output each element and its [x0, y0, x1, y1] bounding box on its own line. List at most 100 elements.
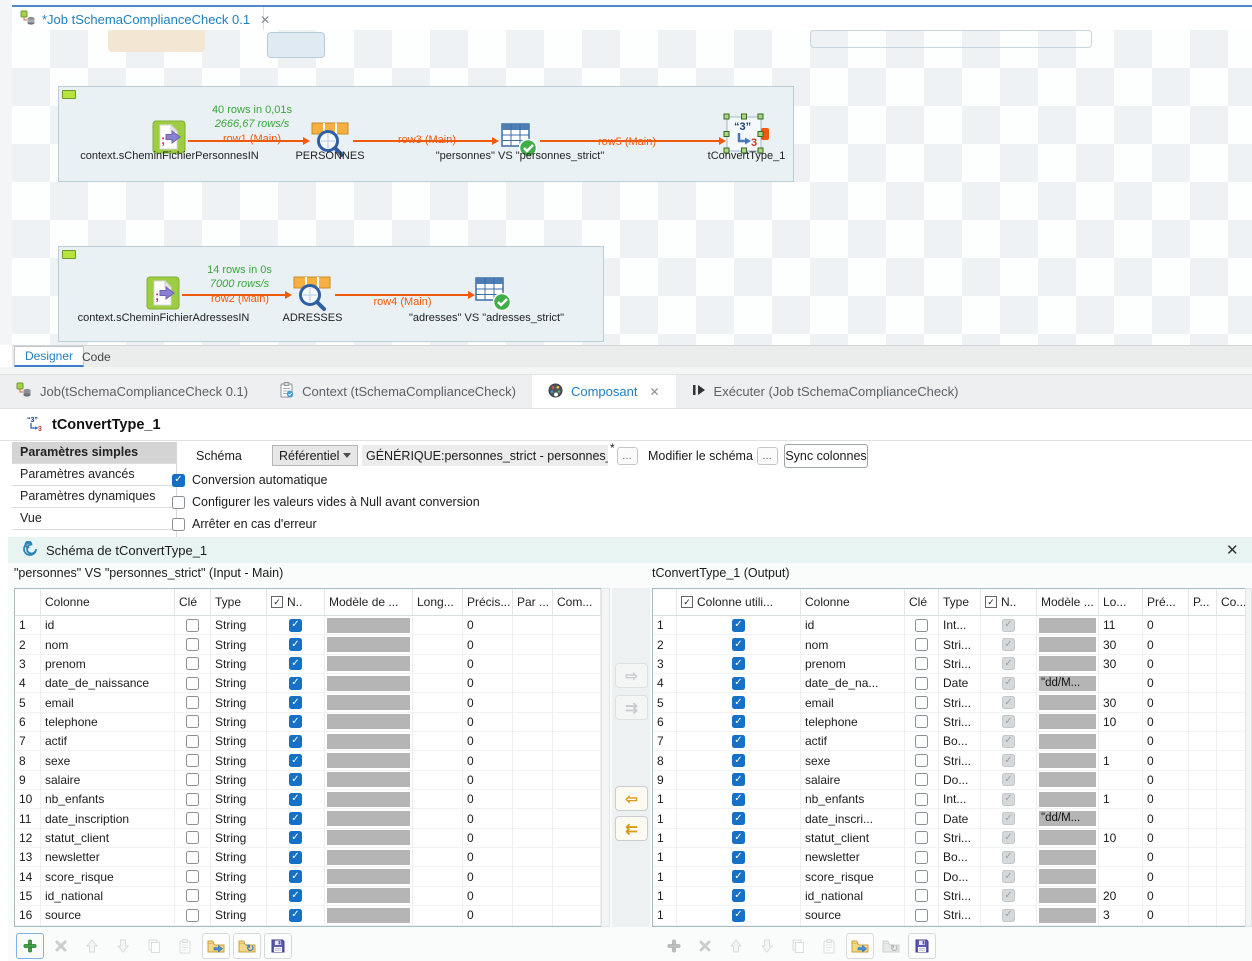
output-schema-table[interactable]: ✓Colonne utili...ColonneCléType✓N..Modèl… [652, 588, 1247, 927]
cell-pattern[interactable] [1037, 829, 1099, 848]
nullable-checkbox[interactable]: ✓ [289, 889, 302, 902]
key-checkbox[interactable] [186, 677, 199, 690]
cell-column-used[interactable]: ✓ [677, 732, 801, 751]
cell-column-used[interactable]: ✓ [677, 848, 801, 867]
cell-precision[interactable]: 0 [1143, 616, 1189, 635]
cell-precision[interactable]: 0 [463, 616, 513, 635]
column-used-checkbox[interactable]: ✓ [732, 851, 745, 864]
column-header[interactable]: Colonne [801, 589, 905, 616]
input-schema-table[interactable]: ColonneCléType✓N..Modèle de ...Long...Pr… [14, 588, 602, 927]
cell-pattern[interactable] [325, 635, 413, 654]
cell-comment[interactable] [553, 790, 601, 809]
cell-length[interactable]: 30 [1099, 693, 1143, 712]
cell-column-used[interactable]: ✓ [677, 771, 801, 790]
cell-type[interactable]: String [211, 655, 267, 674]
cell-length[interactable] [413, 616, 463, 635]
cell-precision[interactable]: 0 [463, 732, 513, 751]
cell-column-used[interactable]: ✓ [677, 829, 801, 848]
key-checkbox[interactable] [186, 889, 199, 902]
key-checkbox[interactable] [915, 638, 928, 651]
cell-comment[interactable] [553, 867, 601, 886]
cell-precision[interactable]: 0 [463, 887, 513, 906]
link-label-row1[interactable]: row1 (Main) [202, 133, 302, 145]
cell-comment[interactable] [1217, 732, 1246, 751]
view-tab-context[interactable]: Context (tSchemaComplianceCheck) [264, 375, 532, 408]
cell-pattern[interactable] [1037, 713, 1099, 732]
copy-button[interactable] [784, 933, 812, 959]
key-checkbox[interactable] [186, 831, 199, 844]
cell-default[interactable] [513, 790, 553, 809]
cell-precision[interactable]: 0 [463, 751, 513, 770]
cell-column-used[interactable]: ✓ [677, 867, 801, 886]
cell-comment[interactable] [1217, 887, 1246, 906]
nullable-checkbox-disabled[interactable]: ✓ [1002, 696, 1015, 709]
column-used-checkbox[interactable]: ✓ [732, 793, 745, 806]
cell-pattern[interactable] [1037, 848, 1099, 867]
nullable-checkbox-disabled[interactable]: ✓ [1002, 754, 1015, 767]
cell-key[interactable] [175, 829, 211, 848]
cell-column-name[interactable]: sexe [41, 751, 175, 770]
checkbox-unchecked-icon[interactable] [172, 496, 185, 509]
cell-type[interactable]: String [211, 693, 267, 712]
column-used-checkbox[interactable]: ✓ [732, 657, 745, 670]
cell-nullable[interactable]: ✓ [267, 906, 325, 925]
cell-precision[interactable]: 0 [1143, 655, 1189, 674]
cell-type[interactable]: Stri... [939, 887, 981, 906]
column-header[interactable]: Co... [1217, 589, 1246, 616]
column-header[interactable]: Modèle de ... [325, 589, 413, 616]
output-table-scrollbar[interactable] [1245, 588, 1252, 927]
cell-comment[interactable] [1217, 655, 1246, 674]
folder-import-button[interactable] [846, 933, 874, 959]
cell-column-name[interactable]: salaire [41, 771, 175, 790]
cell-length[interactable] [413, 751, 463, 770]
cell-column-used[interactable]: ✓ [677, 635, 801, 654]
cell-key[interactable] [905, 751, 939, 770]
nullable-checkbox-disabled[interactable]: ✓ [1002, 793, 1015, 806]
composant-tab-close-icon[interactable]: ✕ [649, 385, 659, 399]
cell-comment[interactable] [1217, 906, 1246, 925]
column-used-checkbox[interactable]: ✓ [732, 735, 745, 748]
cell-key[interactable] [905, 616, 939, 635]
cell-default[interactable] [513, 829, 553, 848]
nullable-checkbox[interactable]: ✓ [289, 909, 302, 922]
schema-mode-dropdown[interactable]: Référentiel [272, 445, 358, 466]
cell-length[interactable]: 10 [1099, 713, 1143, 732]
cell-length[interactable] [1099, 809, 1143, 828]
logrow-adresses-icon[interactable] [291, 276, 333, 315]
cell-precision[interactable]: 0 [463, 829, 513, 848]
column-header[interactable]: ✓N.. [981, 589, 1037, 616]
header-checkbox-icon[interactable]: ✓ [985, 596, 997, 608]
param-tab-3[interactable]: Paramètres dynamiques [12, 486, 176, 508]
cell-pattern[interactable] [1037, 616, 1099, 635]
cell-default[interactable] [1189, 790, 1217, 809]
cell-pattern[interactable] [325, 790, 413, 809]
cell-column-used[interactable]: ✓ [677, 713, 801, 732]
cell-column-name[interactable]: date_de_na... [801, 674, 905, 693]
cell-type[interactable]: Stri... [939, 751, 981, 770]
column-header[interactable]: Pré... [1143, 589, 1189, 616]
cell-comment[interactable] [1217, 848, 1246, 867]
schema-value-field[interactable]: GÉNÉRIQUE:personnes_strict - personnes_s… [362, 445, 608, 466]
cell-nullable[interactable]: ✓ [267, 751, 325, 770]
nullable-checkbox-disabled[interactable]: ✓ [1002, 851, 1015, 864]
cell-comment[interactable] [1217, 829, 1246, 848]
cell-comment[interactable] [553, 829, 601, 848]
nullable-checkbox[interactable]: ✓ [289, 754, 302, 767]
key-checkbox[interactable] [915, 793, 928, 806]
key-checkbox[interactable] [915, 696, 928, 709]
cell-precision[interactable]: 0 [1143, 867, 1189, 886]
cell-nullable[interactable]: ✓ [981, 616, 1037, 635]
nullable-checkbox[interactable]: ✓ [289, 657, 302, 670]
sync-columns-button[interactable]: Sync colonnes [784, 444, 868, 468]
nullable-checkbox-disabled[interactable]: ✓ [1002, 909, 1015, 922]
delete-button[interactable] [691, 933, 719, 959]
cell-default[interactable] [1189, 713, 1217, 732]
column-header[interactable]: P... [1189, 589, 1217, 616]
column-header[interactable]: Précis... [463, 589, 513, 616]
cell-default[interactable] [1189, 751, 1217, 770]
cell-nullable[interactable]: ✓ [981, 635, 1037, 654]
cell-comment[interactable] [553, 732, 601, 751]
cell-comment[interactable] [1217, 809, 1246, 828]
cell-key[interactable] [905, 771, 939, 790]
cell-type[interactable]: String [211, 751, 267, 770]
